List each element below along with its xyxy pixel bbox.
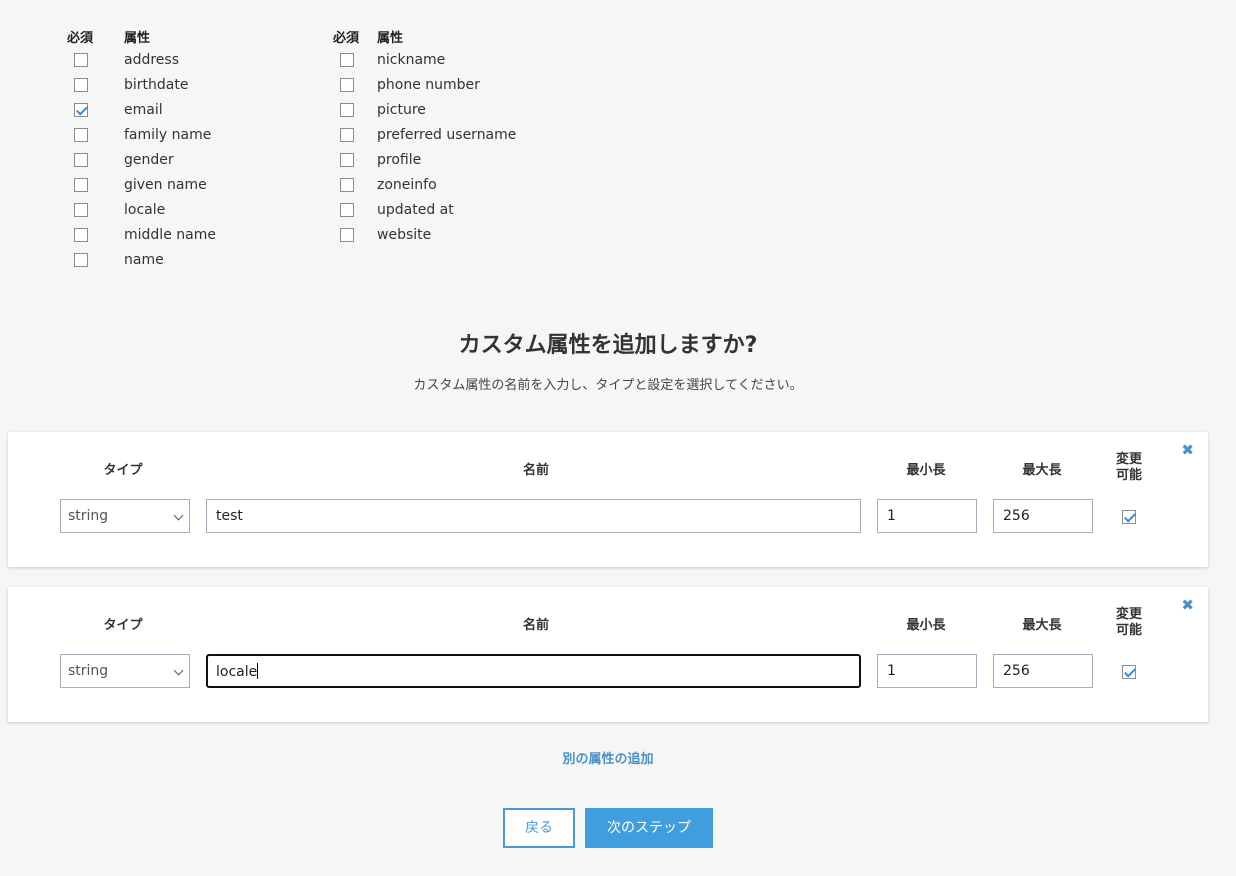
max-length-input[interactable]: 256: [993, 654, 1093, 688]
required-checkbox[interactable]: [74, 103, 88, 117]
attribute-name-value: test: [216, 508, 243, 524]
attribute-label: phone number: [377, 77, 480, 93]
max-length-header: 最大長: [1022, 618, 1062, 633]
required-checkbox[interactable]: [74, 203, 88, 217]
type-select-value: string: [68, 663, 109, 679]
max-length-value: 256: [1003, 663, 1030, 679]
required-checkbox[interactable]: [340, 128, 354, 142]
required-checkbox[interactable]: [340, 178, 354, 192]
required-checkbox[interactable]: [74, 153, 88, 167]
attribute-label: email: [124, 102, 163, 118]
attribute-label: middle name: [124, 227, 216, 243]
type-select[interactable]: string: [60, 654, 190, 688]
custom-attribute-card: タイプ 名前 最小長 最大長 変更 可能 ✖ string locale 1 2…: [8, 587, 1208, 722]
type-select-value: string: [68, 508, 109, 524]
attribute-label: given name: [124, 177, 207, 193]
attribute-label: zoneinfo: [377, 177, 437, 193]
custom-attribute-card: タイプ 名前 最小長 最大長 変更 可能 ✖ string test 1 256: [8, 432, 1208, 567]
type-header: タイプ: [103, 618, 143, 633]
max-length-input[interactable]: 256: [993, 499, 1093, 533]
attribute-label: profile: [377, 152, 422, 168]
attribute-name-input[interactable]: locale: [206, 654, 861, 688]
min-length-value: 1: [887, 508, 896, 524]
attribute-label: updated at: [377, 202, 454, 218]
remove-attribute-icon[interactable]: ✖: [1181, 443, 1194, 458]
attribute-label: preferred username: [377, 127, 517, 143]
max-length-value: 256: [1003, 508, 1030, 524]
min-length-input[interactable]: 1: [877, 499, 977, 533]
min-length-input[interactable]: 1: [877, 654, 977, 688]
attribute-label: nickname: [377, 52, 446, 68]
required-checkbox[interactable]: [74, 228, 88, 242]
attribute-name-input[interactable]: test: [206, 499, 861, 533]
add-another-attribute-link[interactable]: 別の属性の追加: [0, 748, 1216, 767]
custom-attributes-subtitle: カスタム属性の名前を入力し、タイプと設定を選択してください。: [413, 378, 803, 393]
required-checkbox[interactable]: [74, 178, 88, 192]
mutable-header: 変更 可能: [1108, 607, 1150, 639]
mutable-header: 変更 可能: [1108, 452, 1150, 484]
required-checkbox[interactable]: [74, 78, 88, 92]
required-checkbox[interactable]: [74, 128, 88, 142]
required-column-header-left: 必須: [67, 31, 94, 46]
required-checkbox[interactable]: [340, 203, 354, 217]
max-length-header: 最大長: [1022, 463, 1062, 478]
next-step-button[interactable]: 次のステップ: [585, 808, 713, 848]
attribute-label: gender: [124, 152, 174, 168]
mutable-checkbox[interactable]: [1122, 665, 1136, 679]
remove-attribute-icon[interactable]: ✖: [1181, 598, 1194, 613]
attribute-label: website: [377, 227, 432, 243]
chevron-down-icon: [173, 665, 184, 676]
name-header: 名前: [522, 618, 549, 633]
attribute-column-header-left: 属性: [124, 31, 151, 46]
required-checkbox[interactable]: [74, 253, 88, 267]
required-checkbox[interactable]: [340, 53, 354, 67]
attribute-label: birthdate: [124, 77, 189, 93]
required-checkbox[interactable]: [340, 153, 354, 167]
mutable-checkbox[interactable]: [1122, 510, 1136, 524]
attribute-label: name: [124, 252, 164, 268]
mutable-header-line2: 可能: [1115, 623, 1142, 638]
mutable-header-line1: 変更: [1115, 452, 1142, 467]
required-checkbox[interactable]: [340, 103, 354, 117]
required-checkbox[interactable]: [74, 53, 88, 67]
required-checkbox[interactable]: [340, 228, 354, 242]
attribute-label: address: [124, 52, 180, 68]
type-select[interactable]: string: [60, 499, 190, 533]
attribute-name-value: locale: [216, 664, 258, 680]
type-header: タイプ: [103, 463, 143, 478]
min-length-value: 1: [887, 663, 896, 679]
attribute-label: picture: [377, 102, 426, 118]
min-length-header: 最小長: [906, 463, 946, 478]
required-column-header-right: 必須: [333, 31, 360, 46]
text-cursor: [257, 663, 259, 679]
attribute-label: locale: [124, 202, 166, 218]
chevron-down-icon: [173, 510, 184, 521]
min-length-header: 最小長: [906, 618, 946, 633]
mutable-header-line1: 変更: [1115, 607, 1142, 622]
mutable-header-line2: 可能: [1115, 468, 1142, 483]
required-checkbox[interactable]: [340, 78, 354, 92]
custom-attributes-title: カスタム属性を追加しますか?: [458, 333, 758, 358]
back-button[interactable]: 戻る: [503, 808, 575, 848]
name-header: 名前: [522, 463, 549, 478]
attribute-label: family name: [124, 127, 212, 143]
attribute-column-header-right: 属性: [377, 31, 404, 46]
